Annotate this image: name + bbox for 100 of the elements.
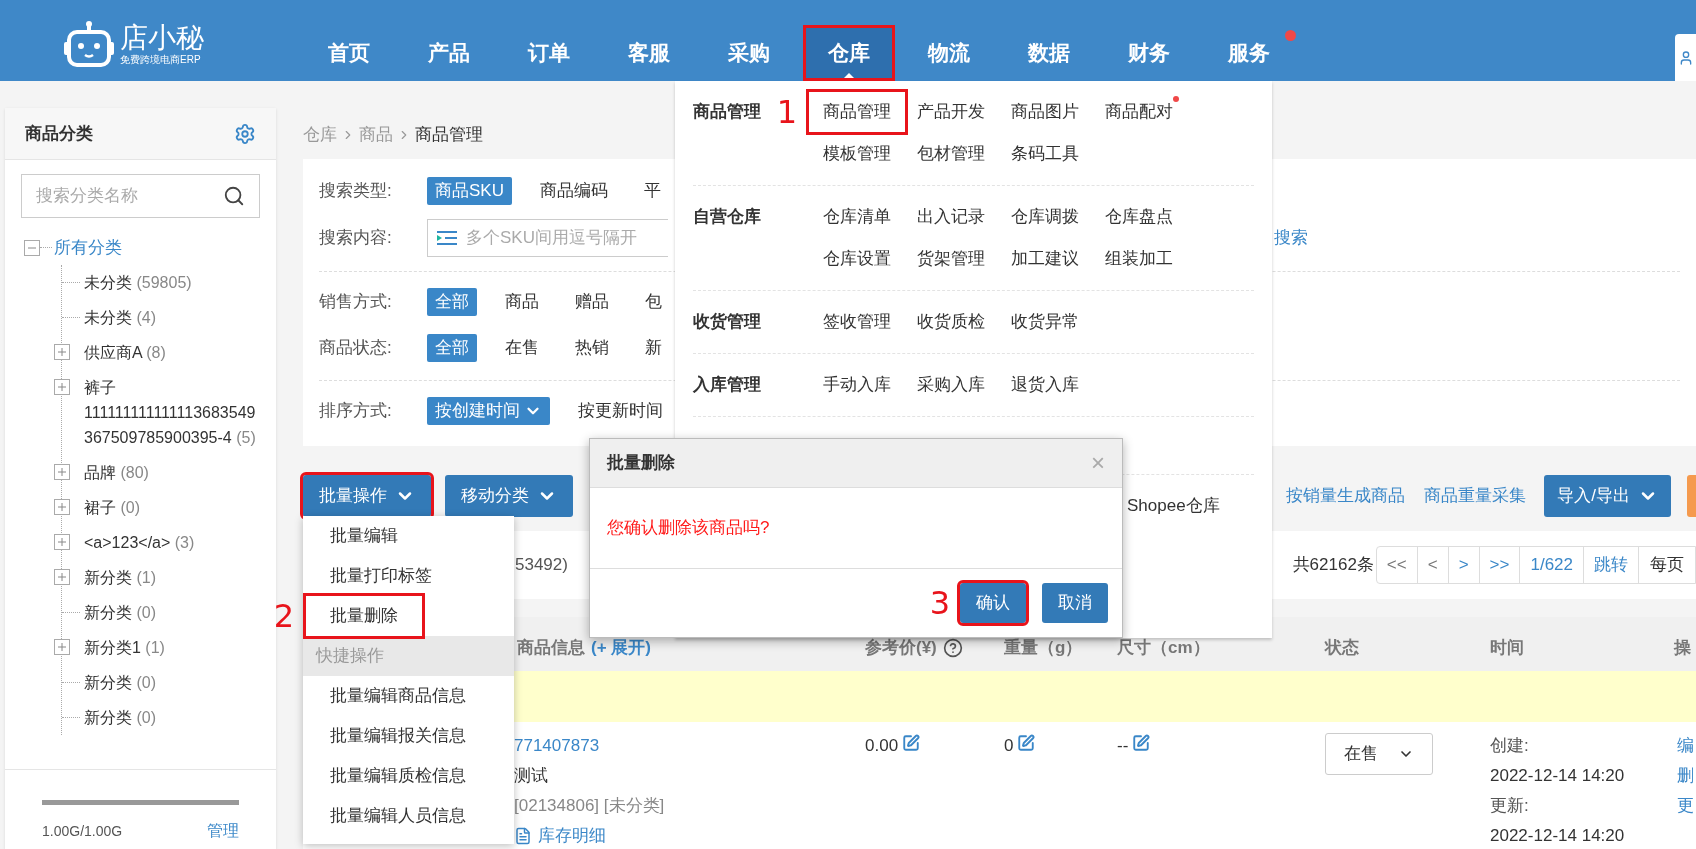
plus-box-icon[interactable] <box>54 534 70 550</box>
nav-tab[interactable]: 订单 <box>506 28 592 78</box>
menu-item[interactable]: 商品图片 <box>997 92 1093 132</box>
nav-tab[interactable]: 财务 <box>1106 28 1192 78</box>
help-icon[interactable] <box>942 637 963 658</box>
menu-item[interactable]: 批量删除 <box>306 596 422 636</box>
filter-option[interactable]: 全部 <box>427 288 477 316</box>
dialog-button[interactable]: 取消 <box>1042 583 1108 623</box>
plus-box-icon[interactable] <box>54 344 70 360</box>
row-action-link[interactable]: 编 <box>1677 731 1694 761</box>
tree-item[interactable]: 新分类 (0) <box>84 705 260 730</box>
page-button[interactable]: 1/622 <box>1519 547 1583 583</box>
nav-tab[interactable]: 客服 <box>606 28 692 78</box>
menu-item[interactable]: 仓库设置 <box>809 239 905 279</box>
tree-item[interactable]: 新分类 (1) <box>84 565 260 590</box>
menu-item[interactable]: 仓库盘点 <box>1091 197 1187 237</box>
plus-box-icon[interactable] <box>54 569 70 585</box>
tree-item[interactable]: 供应商A (8) <box>84 340 260 365</box>
search-content-field[interactable]: 多个SKU间用逗号隔开 <box>466 220 668 256</box>
tree-item[interactable]: 新分类 (0) <box>84 670 260 695</box>
menu-item[interactable]: 批量编辑 <box>306 516 422 556</box>
filter-option[interactable]: 赠品 <box>567 288 617 316</box>
nav-tab[interactable]: 仓库 <box>806 28 892 78</box>
category-search-field[interactable]: 搜索分类名称 <box>36 175 223 217</box>
page-button[interactable]: 跳转 <box>1583 547 1638 583</box>
tree-item[interactable]: 未分类 (59805) <box>84 270 260 295</box>
tree-item[interactable]: 新分类 (0) <box>84 600 260 625</box>
menu-item[interactable]: 产品开发 <box>903 92 999 132</box>
page-button[interactable]: >> <box>1478 547 1520 583</box>
nav-tab[interactable]: 产品 <box>406 28 492 78</box>
filter-option[interactable]: 按更新时间 <box>570 397 671 425</box>
dialog-button[interactable]: 确认 <box>960 583 1026 623</box>
menu-item[interactable]: 批量编辑报关信息 <box>306 716 490 756</box>
filter-option[interactable]: 新 <box>637 334 670 362</box>
nav-tab[interactable]: 物流 <box>906 28 992 78</box>
row-action-link[interactable]: 更 <box>1677 791 1694 821</box>
menu-item[interactable]: 批量打印标签 <box>306 556 456 596</box>
filter-option[interactable]: 平 <box>635 177 669 205</box>
menu-item[interactable]: 条码工具 <box>997 134 1093 174</box>
row-action-link[interactable]: 删 <box>1677 761 1694 791</box>
settings-icon[interactable] <box>234 122 256 145</box>
menu-item[interactable]: 货架管理 <box>903 239 999 279</box>
filter-option[interactable]: 热销 <box>567 334 617 362</box>
filter-option[interactable]: 全部 <box>427 334 477 362</box>
nav-tab[interactable]: 服务 <box>1206 28 1292 78</box>
edit-icon[interactable] <box>902 734 921 752</box>
edit-icon[interactable] <box>1132 734 1151 752</box>
nav-tab[interactable]: 首页 <box>306 28 392 78</box>
tree-item[interactable]: 品牌 (80) <box>84 460 260 485</box>
menu-item[interactable]: 批量编辑商品信息 <box>306 676 490 716</box>
plus-box-icon[interactable] <box>54 464 70 480</box>
tree-item[interactable]: 裤子 111111111111113683549367509785900395-4 (5) <box>84 375 260 450</box>
filter-option[interactable]: 在售 <box>497 334 547 362</box>
menu-item[interactable]: 加工建议 <box>997 239 1093 279</box>
menu-item[interactable]: 出入记录 <box>903 197 999 237</box>
tree-item[interactable]: 未分类 (4) <box>84 305 260 330</box>
menu-item[interactable]: 批量编辑质检信息 <box>306 756 490 796</box>
menu-item[interactable]: 收货质检 <box>903 302 999 342</box>
toolbar-link[interactable]: 商品重量采集 <box>1424 483 1526 509</box>
tree-item[interactable]: 新分类1 (1) <box>84 635 260 660</box>
dropdown-button[interactable]: 移动分类 <box>445 475 573 517</box>
menu-item[interactable]: 包材管理 <box>903 134 999 174</box>
page-button[interactable]: > <box>1447 547 1479 583</box>
edit-icon[interactable] <box>1017 734 1036 752</box>
menu-item[interactable]: 仓库调拨 <box>997 197 1093 237</box>
nav-tab[interactable]: 采购 <box>706 28 792 78</box>
menu-item[interactable]: 手动入库 <box>809 365 905 405</box>
menu-item[interactable]: 组装加工 <box>1091 239 1187 279</box>
sku-link[interactable]: 771407873 <box>514 731 600 761</box>
status-select[interactable]: 在售 <box>1325 733 1433 775</box>
plus-box-icon[interactable] <box>54 379 70 395</box>
tree-item[interactable]: 所有分类 <box>54 234 122 261</box>
menu-item[interactable]: 批量编辑人员信息 <box>306 796 490 836</box>
menu-item[interactable]: 仓库清单 <box>809 197 905 237</box>
search-content-box[interactable]: 多个SKU间用逗号隔开 <box>427 219 668 257</box>
filter-option[interactable]: 商品SKU <box>427 177 512 205</box>
tree-item[interactable]: <a>123</a> (3) <box>84 530 260 555</box>
category-search-box[interactable]: 搜索分类名称 <box>21 174 260 218</box>
menu-item[interactable]: 商品配对 <box>1091 92 1187 132</box>
nav-tab[interactable]: 数据 <box>1006 28 1092 78</box>
minus-box-icon[interactable] <box>24 239 40 256</box>
plus-box-icon[interactable] <box>54 639 70 655</box>
filter-option[interactable]: 按创建时间 <box>427 397 550 425</box>
menu-item[interactable]: 商品管理 <box>809 92 905 132</box>
menu-item[interactable]: 采购入库 <box>903 365 999 405</box>
search-link[interactable]: 搜索 <box>1274 225 1308 251</box>
user-avatar[interactable] <box>1675 34 1696 81</box>
toolbar-link[interactable]: 按销量生成商品 <box>1286 483 1405 509</box>
menu-item[interactable]: 模板管理 <box>809 134 905 174</box>
menu-item[interactable]: 收货异常 <box>997 302 1093 342</box>
filter-option[interactable]: 商品 <box>497 288 547 316</box>
filter-option[interactable]: 包 <box>637 288 670 316</box>
menu-item[interactable]: 退货入库 <box>997 365 1093 405</box>
plus-box-icon[interactable] <box>54 499 70 515</box>
import-export-button[interactable]: 导入/导出 <box>1544 475 1671 517</box>
menu-item[interactable]: 签收管理 <box>809 302 905 342</box>
filter-option[interactable]: 商品编码 <box>531 177 616 205</box>
stock-detail-link[interactable]: 库存明细 <box>538 821 606 849</box>
dropdown-button[interactable]: 批量操作 <box>303 475 431 517</box>
manage-link[interactable]: 管理 <box>207 819 239 843</box>
